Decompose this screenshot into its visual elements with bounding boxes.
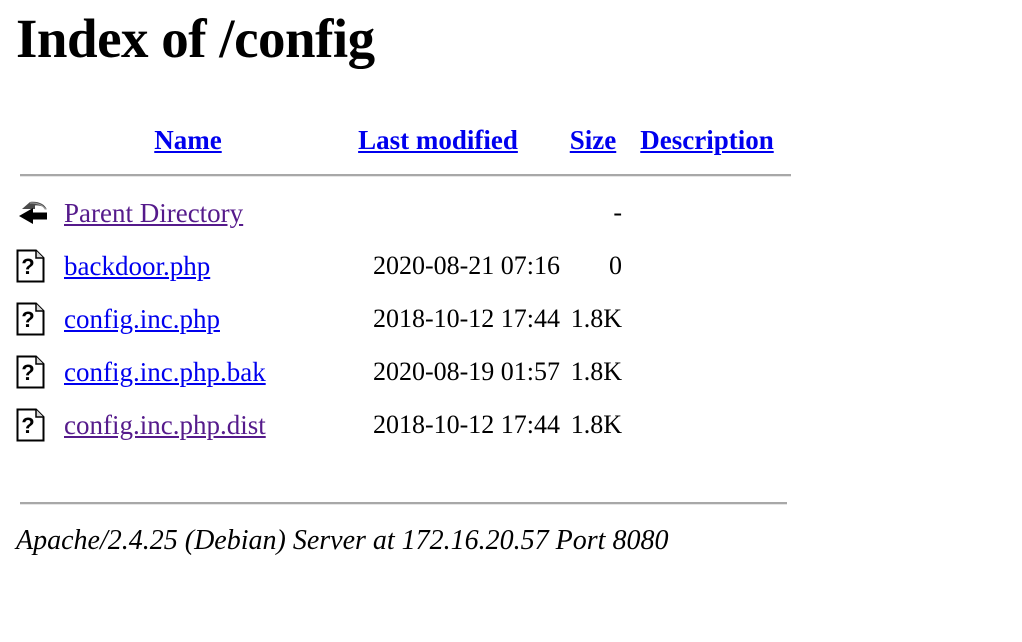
table-row: ? config.inc.php.dist 2018-10-12 17:44 1.8K xyxy=(16,399,792,452)
row-last-modified-cell xyxy=(312,187,564,240)
file-link[interactable]: config.inc.php.bak xyxy=(64,357,266,387)
column-header-description: Description xyxy=(622,125,792,170)
row-size-cell: 1.8K xyxy=(570,304,622,333)
row-name-cell: backdoor.php xyxy=(64,240,312,293)
back-arrow-icon xyxy=(16,196,50,230)
row-description-cell xyxy=(622,187,792,240)
table-row: Parent Directory - xyxy=(16,187,792,240)
unknown-file-icon: ? xyxy=(16,249,46,283)
row-size-cell: 0 xyxy=(609,251,622,280)
file-link[interactable]: config.inc.php.dist xyxy=(64,410,266,440)
svg-text:?: ? xyxy=(21,307,34,332)
row-icon-cell: ? xyxy=(16,399,64,452)
row-size-cell: 1.8K xyxy=(570,410,622,439)
header-rule-cell xyxy=(16,170,792,187)
table-body: Parent Directory -? backdoor.php 2020-08-21… xyxy=(16,187,792,452)
table-header-row: Name Last modified Size Description xyxy=(16,125,792,170)
svg-text:?: ? xyxy=(21,360,34,385)
svg-text:?: ? xyxy=(21,413,34,438)
sort-by-size-link[interactable]: Size xyxy=(570,125,617,155)
file-link[interactable]: config.inc.php xyxy=(64,304,220,334)
file-link[interactable]: Parent Directory xyxy=(64,198,243,228)
row-name-cell: config.inc.php.dist xyxy=(64,399,312,452)
column-header-name: Name xyxy=(64,125,312,170)
unknown-file-icon: ? xyxy=(16,355,46,389)
row-icon-cell: ? xyxy=(16,240,64,293)
row-name-cell: config.inc.php xyxy=(64,293,312,346)
sort-by-description-link[interactable]: Description xyxy=(640,125,773,155)
row-description-cell xyxy=(622,240,792,293)
server-signature: Apache/2.4.25 (Debian) Server at 172.16.… xyxy=(16,525,669,556)
page-title: Index of /config xyxy=(16,8,375,69)
header-rule-row xyxy=(16,170,792,187)
row-description-cell xyxy=(622,293,792,346)
directory-listing-page: Index of /config Name Last modified Size… xyxy=(0,0,1022,642)
header-divider xyxy=(20,174,791,177)
column-header-last-modified: Last modified xyxy=(312,125,564,170)
sort-by-last-modified-link[interactable]: Last modified xyxy=(358,125,518,155)
row-size-cell: - xyxy=(613,198,622,227)
column-header-icon xyxy=(16,125,64,170)
row-name-cell: config.inc.php.bak xyxy=(64,346,312,399)
file-link[interactable]: backdoor.php xyxy=(64,251,210,281)
sort-by-name-link[interactable]: Name xyxy=(154,125,221,155)
column-header-size: Size xyxy=(564,125,622,170)
row-name-cell: Parent Directory xyxy=(64,187,312,240)
table-row: ? config.inc.php 2018-10-12 17:44 1.8K xyxy=(16,293,792,346)
unknown-file-icon: ? xyxy=(16,302,46,336)
row-size-cell: 1.8K xyxy=(570,357,622,386)
table-row: ? backdoor.php 2020-08-21 07:16 0 xyxy=(16,240,792,293)
row-icon-cell: ? xyxy=(16,293,64,346)
row-icon-cell: ? xyxy=(16,346,64,399)
row-last-modified-cell: 2020-08-19 01:57 xyxy=(372,357,560,386)
table-row: ? config.inc.php.bak 2020-08-19 01:57 1.8K xyxy=(16,346,792,399)
row-icon-cell xyxy=(16,187,64,240)
table-header: Name Last modified Size Description xyxy=(16,125,792,187)
svg-text:?: ? xyxy=(21,254,34,279)
footer-divider xyxy=(20,502,787,505)
row-last-modified-cell: 2018-10-12 17:44 xyxy=(372,304,560,333)
row-description-cell xyxy=(622,346,792,399)
row-last-modified-cell: 2020-08-21 07:16 xyxy=(372,251,560,280)
unknown-file-icon: ? xyxy=(16,408,46,442)
directory-listing-table: Name Last modified Size Description Pare… xyxy=(16,125,792,452)
row-last-modified-cell: 2018-10-12 17:44 xyxy=(372,410,560,439)
row-description-cell xyxy=(622,399,792,452)
